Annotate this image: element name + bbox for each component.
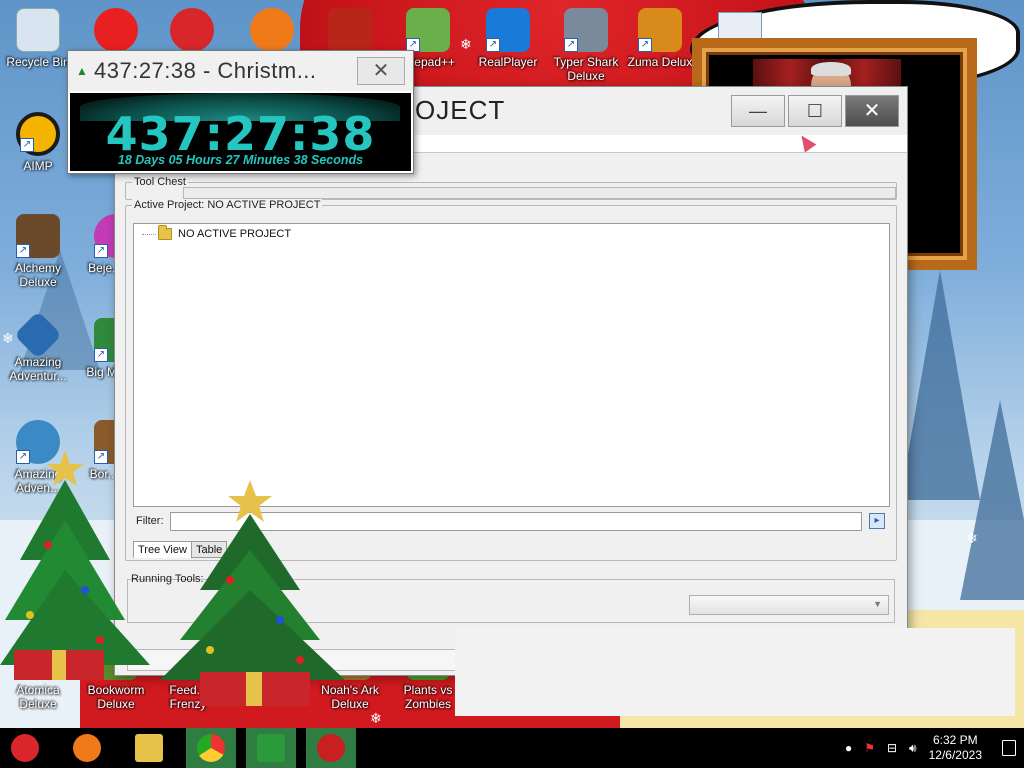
firefox-icon xyxy=(73,734,101,762)
firefox-icon xyxy=(250,8,294,52)
desktop-icon-recycle-bin[interactable]: Recycle Bin xyxy=(0,8,76,69)
dot-icon[interactable]: ● xyxy=(845,741,852,755)
taskbar-app-red-app[interactable] xyxy=(306,728,356,768)
taskbar-app-firefox[interactable] xyxy=(62,728,112,768)
typer-shark-icon: ↗ xyxy=(564,8,608,52)
desktop-icon-label: AIMP xyxy=(23,159,53,173)
desktop-icon-alchemy[interactable]: ↗ Alchemy Deluxe xyxy=(0,214,76,289)
folder-icon xyxy=(135,734,163,762)
countdown-display: 437:27:38 18 Days 05 Hours 27 Minutes 38… xyxy=(70,93,411,171)
volume-icon[interactable]: 🔊︎ xyxy=(909,741,917,756)
tool-chest-toolbar[interactable] xyxy=(183,187,896,199)
desktop-icon-partial[interactable] xyxy=(170,8,214,55)
app-icon xyxy=(317,734,345,762)
shrine-icon xyxy=(328,8,372,52)
countdown-big-time: 437:27:38 xyxy=(105,107,376,161)
folder-icon xyxy=(158,225,172,240)
close-icon: ✕ xyxy=(372,60,390,82)
snowflake-icon: ❄ xyxy=(966,530,978,546)
clock-date: 12/6/2023 xyxy=(928,748,982,762)
desktop-icon-label: Plants vs Zombies xyxy=(403,683,453,711)
tree-node-root[interactable]: NO ACTIVE PROJECT xyxy=(142,225,292,240)
countdown-detail: 18 Days 05 Hours 27 Minutes 38 Seconds xyxy=(117,153,364,167)
clock[interactable]: 6:32 PM 12/6/2023 xyxy=(923,733,994,763)
countdown-title: 437:27:38 - Christm... xyxy=(94,58,317,83)
taskbar-app-santa[interactable] xyxy=(0,728,50,768)
maximize-icon: ☐ xyxy=(806,101,824,121)
taskbar-app-file-explorer[interactable] xyxy=(124,728,174,768)
desktop-icon-label: Zuma Delux xyxy=(627,55,693,69)
maximize-button[interactable]: ☐ xyxy=(788,95,842,127)
minimize-button[interactable]: — xyxy=(731,95,785,127)
taskbar-app-christmas-countdown[interactable] xyxy=(246,728,296,768)
minimize-icon: — xyxy=(749,101,767,121)
zuma-icon: ↗ xyxy=(638,8,682,52)
christmas-tree-decoration xyxy=(160,480,345,706)
network-icon[interactable]: ⊟ xyxy=(887,741,897,755)
santa-icon xyxy=(11,734,39,762)
desktop-icon-amazing-adventures[interactable]: Amazing Adventur... xyxy=(0,310,76,383)
christmas-countdown-window[interactable]: ▲ 437:27:38 - Christm... ✕ 437:27:38 18 … xyxy=(67,50,414,174)
countdown-close-button[interactable]: ✕ xyxy=(357,57,405,85)
desktop-icon-label: Alchemy Deluxe xyxy=(14,261,61,289)
desktop-icon-zuma[interactable]: ↗ Zuma Delux xyxy=(622,8,698,69)
amazing-adventures-icon xyxy=(13,310,63,360)
christmas-tree-icon xyxy=(257,734,285,762)
desktop-icon-aimp[interactable]: ↗ AIMP xyxy=(0,112,76,173)
running-tools-dropdown[interactable]: ▼ xyxy=(689,595,889,615)
chevron-down-icon: ▼ xyxy=(873,599,882,609)
desktop-icon-label: Recycle Bin xyxy=(6,55,70,69)
taskbar-app-chrome[interactable] xyxy=(186,728,236,768)
wallpaper-pine-tree xyxy=(960,400,1024,600)
chrome-icon xyxy=(197,734,225,762)
desktop-icon-label: RealPlayer xyxy=(478,55,538,69)
realplayer-icon: ↗ xyxy=(486,8,530,52)
desktop-icon-label: Typer Shark Deluxe xyxy=(553,55,619,83)
tree-node-label: NO ACTIVE PROJECT xyxy=(178,228,292,240)
christmas-tree-icon: ▲ xyxy=(76,64,88,78)
tree-connector xyxy=(142,233,156,235)
recycle-bin-icon xyxy=(16,8,60,52)
close-icon: ✕ xyxy=(863,100,881,122)
notification-icon[interactable] xyxy=(1002,740,1016,756)
desktop-icon-partial[interactable] xyxy=(328,8,372,55)
game-icon xyxy=(170,8,214,52)
alchemy-icon: ↗ xyxy=(16,214,60,258)
taskbar: ● ⚑ ⊟ 🔊︎ 6:32 PM 12/6/2023 xyxy=(0,728,1024,768)
tool-chest-label: Tool Chest xyxy=(132,176,188,188)
desktop-icon-typer-shark[interactable]: ↗ Typer Shark Deluxe xyxy=(548,8,624,83)
desktop-icon-partial[interactable] xyxy=(94,8,138,55)
game-icon xyxy=(94,8,138,52)
snowflake-icon: ❄ xyxy=(370,710,382,726)
desktop-icon-partial[interactable] xyxy=(250,8,294,55)
window-title: OJECT xyxy=(415,95,506,125)
christmas-tree-decoration xyxy=(0,450,150,680)
blank-overlay-panel xyxy=(455,628,1015,716)
system-tray: ● ⚑ ⊟ 🔊︎ 6:32 PM 12/6/2023 xyxy=(839,728,1024,768)
active-project-label: Active Project: NO ACTIVE PROJECT xyxy=(132,199,323,211)
close-button[interactable]: ✕ xyxy=(845,95,899,127)
project-tree[interactable]: NO ACTIVE PROJECT xyxy=(133,223,890,507)
filter-icon: ▸ xyxy=(874,515,880,526)
desktop-icon-label: Amazing Adventur... xyxy=(9,355,67,383)
notepad-plus-icon: ↗ xyxy=(406,8,450,52)
desktop-icon-realplayer[interactable]: ↗ RealPlayer xyxy=(470,8,546,69)
aimp-icon: ↗ xyxy=(16,112,60,156)
clock-time: 6:32 PM xyxy=(932,733,978,747)
security-warning-icon[interactable]: ⚑ xyxy=(864,741,875,755)
filter-apply-button[interactable]: ▸ xyxy=(869,513,885,529)
